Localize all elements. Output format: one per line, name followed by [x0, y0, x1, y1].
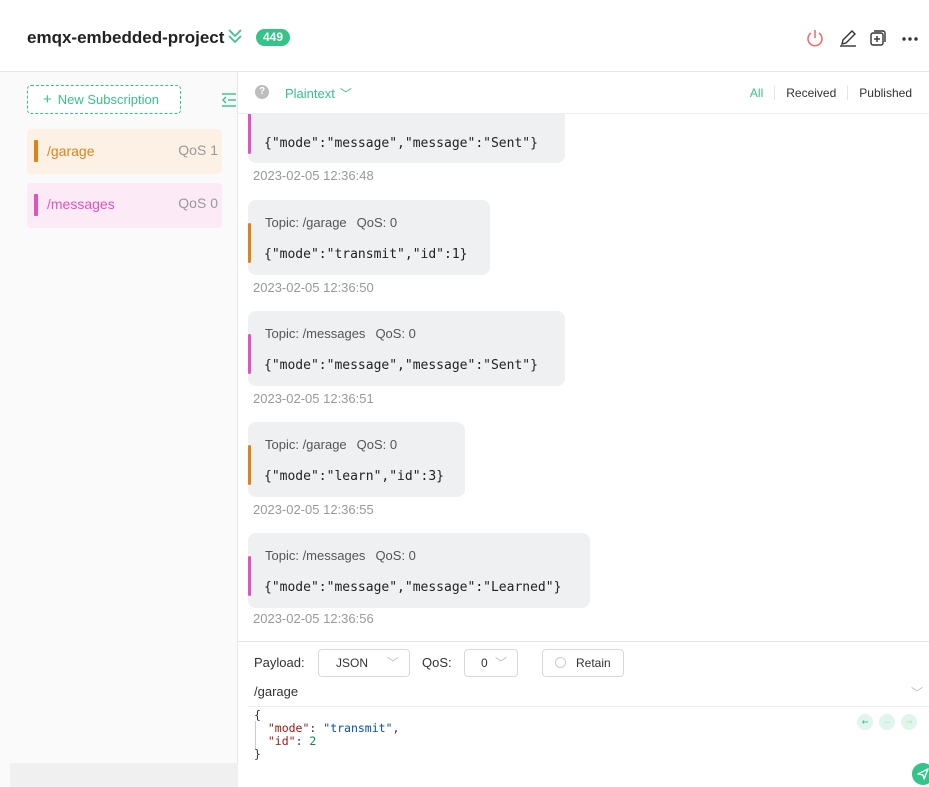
- chevron-down-icon: ﹀: [386, 656, 399, 670]
- chevron-down-icon: ﹀: [494, 656, 507, 670]
- subscription-topic: /garage: [47, 143, 95, 159]
- message-color-bar: [248, 334, 251, 374]
- message-bubble[interactable]: {"mode":"message","message":"Sent"}: [248, 114, 565, 163]
- more-icon[interactable]: [900, 28, 920, 48]
- message-qos: QoS: 0: [375, 326, 416, 341]
- message-timestamp: 2023-02-05 12:36:50: [253, 280, 374, 295]
- retain-label: Retain: [576, 656, 611, 670]
- json-number: 2: [309, 734, 317, 748]
- message-color-bar: [248, 445, 251, 485]
- subscription-item-garage[interactable]: /garage QoS 1: [27, 129, 222, 174]
- history-back-icon[interactable]: ←: [857, 714, 873, 730]
- json-key: "id": [267, 734, 296, 748]
- power-icon[interactable]: [805, 28, 825, 48]
- message-color-bar: [248, 114, 251, 154]
- message-color-bar: [248, 223, 251, 263]
- subscription-color-bar: [34, 194, 38, 216]
- double-chevron-down-icon[interactable]: [227, 27, 243, 45]
- subscription-qos: QoS 0: [178, 195, 218, 211]
- retain-toggle[interactable]: Retain: [542, 649, 624, 677]
- qos-select[interactable]: 0 ﹀: [464, 649, 518, 677]
- message-topic: Topic: /garage: [265, 215, 347, 230]
- tab-all[interactable]: All: [739, 86, 774, 100]
- collapse-panel-icon[interactable]: [219, 91, 237, 109]
- subscription-topic: /messages: [47, 196, 115, 212]
- message-meta: Topic: /garage QoS: 0: [265, 437, 397, 452]
- subscription-item-messages[interactable]: /messages QoS 0: [27, 183, 222, 228]
- message-meta: Topic: /messages QoS: 0: [265, 548, 416, 563]
- publish-topic-input[interactable]: /garage: [254, 684, 298, 699]
- message-filter-tabs: All Received Published: [739, 86, 923, 100]
- connection-title: emqx-embedded-project: [27, 28, 225, 47]
- history-forward-icon[interactable]: →: [901, 714, 917, 730]
- message-qos: QoS: 0: [375, 548, 416, 563]
- message-list[interactable]: {"mode":"message","message":"Sent"} 2023…: [238, 114, 929, 642]
- message-timestamp: 2023-02-05 12:36:48: [253, 168, 374, 183]
- payload-type-value: JSON: [336, 656, 369, 670]
- message-timestamp: 2023-02-05 12:36:55: [253, 502, 374, 517]
- editor-line: }: [254, 747, 261, 761]
- payload-format-select[interactable]: Plaintext ﹀: [285, 85, 352, 102]
- new-subscription-label: New Subscription: [57, 92, 159, 107]
- message-topic: Topic: /messages: [265, 548, 366, 563]
- message-toolbar: ? Plaintext ﹀ All Received Published: [238, 72, 929, 114]
- subscriptions-panel: + New Subscription /garage QoS 1 /message…: [0, 72, 238, 787]
- message-meta: Topic: /messages QoS: 0: [265, 326, 416, 341]
- send-icon[interactable]: [912, 763, 929, 785]
- message-bubble[interactable]: Topic: /messages QoS: 0 {"mode":"message"…: [248, 311, 565, 386]
- history-reset-icon[interactable]: —: [879, 714, 895, 730]
- edit-icon[interactable]: [838, 28, 858, 48]
- publish-panel: Payload: JSON ﹀ QoS: 0 ﹀ Retain /garage …: [238, 641, 929, 787]
- json-string: "transmit": [323, 721, 393, 735]
- message-color-bar: [248, 556, 251, 596]
- subscription-color-bar: [34, 140, 38, 162]
- message-timestamp: 2023-02-05 12:36:56: [253, 611, 374, 626]
- payload-editor[interactable]: { "mode": "transmit", "id": 2 } ← — →: [248, 706, 929, 787]
- new-subscription-button[interactable]: + New Subscription: [27, 85, 181, 114]
- message-bubble[interactable]: Topic: /garage QoS: 0 {"mode":"learn","id…: [248, 422, 465, 497]
- json-key: "mode": [267, 721, 310, 735]
- message-qos: QoS: 0: [356, 437, 398, 452]
- message-count-badge: 449: [256, 29, 291, 46]
- message-bubble[interactable]: Topic: /messages QoS: 0 {"mode":"message"…: [248, 533, 590, 608]
- message-timestamp: 2023-02-05 12:36:51: [253, 391, 374, 406]
- message-payload: {"mode":"message","message":"Learned"}: [264, 580, 562, 595]
- message-payload: {"mode":"transmit","id":1}: [264, 247, 468, 262]
- retain-radio[interactable]: [555, 657, 566, 668]
- payload-type-select[interactable]: JSON ﹀: [318, 649, 410, 677]
- qos-label: QoS:: [422, 655, 452, 670]
- new-window-icon[interactable]: [868, 28, 888, 48]
- tab-published[interactable]: Published: [847, 86, 923, 100]
- panel-footer: [10, 763, 238, 787]
- message-topic: Topic: /garage: [265, 437, 347, 452]
- message-meta: Topic: /garage QoS: 0: [265, 215, 397, 230]
- editor-line: "id": 2: [267, 734, 317, 748]
- chevron-down-icon[interactable]: ﹀: [911, 684, 923, 701]
- payload-label: Payload:: [254, 655, 305, 670]
- header: emqx-embedded-project 449: [0, 0, 929, 72]
- message-qos: QoS: 0: [356, 215, 398, 230]
- qos-value: 0: [481, 656, 488, 670]
- tab-received[interactable]: Received: [774, 86, 847, 100]
- message-bubble[interactable]: Topic: /garage QoS: 0 {"mode":"transmit",…: [248, 200, 490, 275]
- subscription-qos: QoS 1: [178, 142, 218, 158]
- chevron-down-icon: ﹀: [339, 87, 352, 101]
- plus-icon: +: [43, 91, 52, 108]
- message-payload: {"mode":"learn","id":3}: [264, 469, 445, 484]
- message-topic: Topic: /messages: [265, 326, 366, 341]
- message-payload: {"mode":"message","message":"Sent"}: [264, 136, 538, 151]
- help-icon[interactable]: ?: [255, 85, 269, 99]
- payload-format-label: Plaintext: [285, 86, 335, 101]
- message-payload: {"mode":"message","message":"Sent"}: [264, 358, 538, 373]
